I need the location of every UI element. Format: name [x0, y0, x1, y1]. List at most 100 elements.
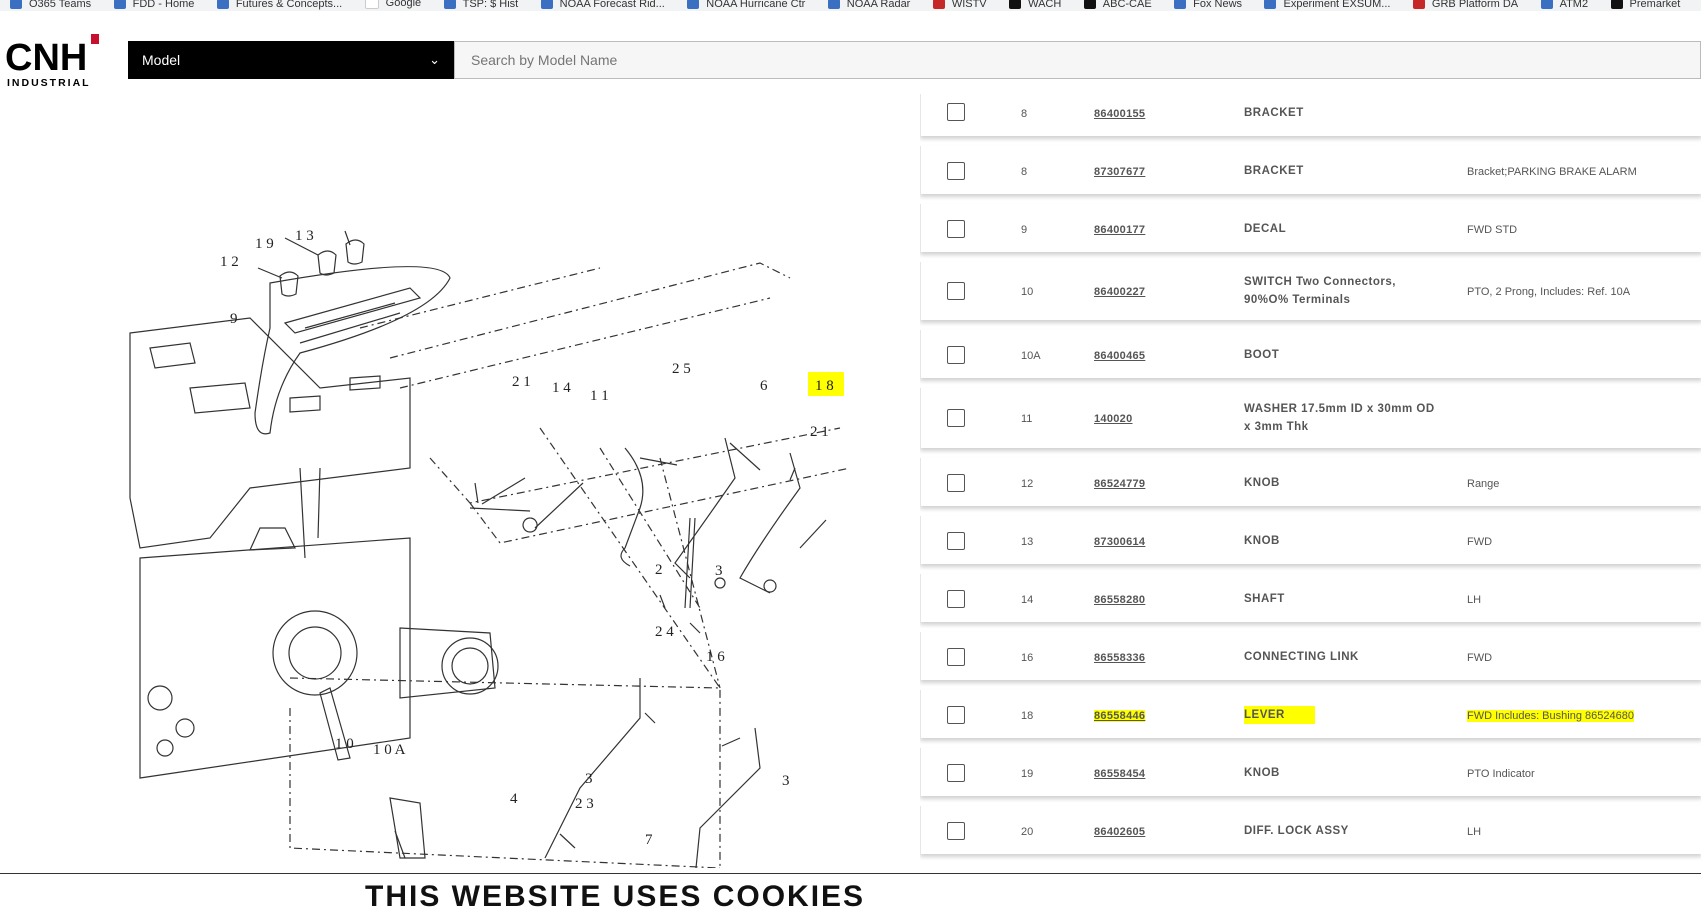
row-checkbox[interactable] [947, 474, 965, 492]
ref-number: 11 [1021, 413, 1033, 425]
part-number-link[interactable]: 86558454 [1094, 768, 1145, 780]
row-checkbox[interactable] [947, 409, 965, 427]
part-description: KNOB [1244, 535, 1280, 547]
bookmark-experiment[interactable]: Experiment EXSUM... [1264, 0, 1390, 10]
bookmark-noaa-radar[interactable]: NOAA Radar [827, 0, 910, 10]
ref-number: 8 [1021, 108, 1028, 120]
bookmarks-bar: O365 Teams FDD - Home Futures & Concepts… [0, 0, 1701, 11]
bookmark-noaa-hurricane[interactable]: NOAA Hurricane Ctr [687, 0, 805, 10]
part-description: BRACKET [1244, 107, 1304, 119]
ref-number: 14 [1021, 594, 1034, 606]
diagram-label: 2 4 [655, 624, 674, 640]
row-checkbox[interactable] [947, 346, 965, 364]
bookmark-grb[interactable]: GRB Platform DA [1412, 0, 1518, 10]
diagram-label: 1 9 [255, 236, 274, 252]
row-checkbox[interactable] [947, 648, 965, 666]
noaa-icon [827, 0, 840, 9]
row-checkbox[interactable] [947, 764, 965, 782]
diagram-label: 2 3 [575, 796, 594, 812]
part-remarks: FWD [1467, 536, 1493, 548]
ref-number: 8 [1021, 166, 1028, 178]
diagram-label: 1 3 [295, 228, 314, 244]
part-remarks: Bracket;PARKING BRAKE ALARM [1467, 166, 1637, 178]
diagram-label: 1 0 [335, 736, 354, 752]
bookmark-google[interactable]: Google [364, 0, 421, 9]
part-description: SHAFT [1244, 593, 1285, 605]
part-remarks: LH [1467, 826, 1482, 838]
part-number-link[interactable]: 86400155 [1094, 108, 1145, 120]
ref-number: 20 [1021, 826, 1034, 838]
diagram-label: 2 5 [672, 361, 691, 377]
diagram-label: 1 4 [552, 380, 571, 396]
cookie-banner-text: THIS WEBSITE USES COOKIES [365, 880, 866, 913]
bookmark-noaa-forecast[interactable]: NOAA Forecast Rid... [540, 0, 665, 10]
row-checkbox[interactable] [947, 162, 965, 180]
part-number-link[interactable]: 86558280 [1094, 594, 1145, 606]
part-description: LEVER [1244, 706, 1315, 724]
parts-list: 8 86400155 BRACKET 8 87307677 BRACKET Br… [920, 94, 1701, 870]
part-remarks: Range [1467, 478, 1500, 490]
bookmark-fdd-home[interactable]: FDD - Home [113, 0, 194, 10]
bookmark-futures[interactable]: Futures & Concepts... [216, 0, 342, 10]
table-row-highlighted: 18 86558446 LEVER FWD Includes: Bushing … [920, 690, 1701, 738]
row-checkbox[interactable] [947, 532, 965, 550]
part-number-link[interactable]: 87300614 [1094, 536, 1145, 548]
model-dropdown[interactable]: Model ⌄ [128, 41, 454, 79]
ref-number: 19 [1021, 768, 1034, 780]
search-input[interactable] [469, 51, 1073, 69]
row-checkbox[interactable] [947, 590, 965, 608]
wistv-icon [932, 0, 945, 9]
part-remarks: FWD STD [1467, 224, 1518, 236]
noaa-icon [540, 0, 553, 9]
diagram-label: 1 1 [590, 388, 609, 404]
ref-number: 9 [1021, 224, 1028, 236]
diagram-label: 2 1 [512, 374, 531, 390]
part-description: KNOB [1244, 477, 1280, 489]
part-number-link[interactable]: 87307677 [1094, 166, 1145, 178]
wach-icon [1009, 0, 1022, 9]
grb-icon [1412, 0, 1425, 9]
sharepoint-icon [113, 0, 126, 9]
row-checkbox[interactable] [947, 220, 965, 238]
diagram-label: 3 [585, 771, 593, 787]
premarket-icon [1610, 0, 1623, 9]
ref-number: 18 [1021, 710, 1034, 722]
table-row: 8 87307677 BRACKET Bracket;PARKING BRAKE… [920, 146, 1701, 194]
row-checkbox[interactable] [947, 103, 965, 121]
diagram-label-highlighted: 1 8 [815, 378, 834, 394]
fox-icon [1174, 0, 1187, 9]
noaa-icon [687, 0, 700, 9]
abc-icon [1083, 0, 1096, 9]
diagram-label: 2 [655, 562, 663, 578]
part-number-link[interactable]: 86524779 [1094, 478, 1145, 490]
bookmark-premarket[interactable]: Premarket [1610, 0, 1680, 10]
table-row: 10A 86400465 BOOT [920, 330, 1701, 378]
tsp-icon [443, 0, 456, 9]
part-number-link[interactable]: 86558446 [1094, 710, 1146, 722]
sharepoint-icon [1264, 0, 1277, 9]
parts-diagram: 1 9 1 3 1 2 9 2 1 1 4 1 1 2 5 6 1 8 2 1 … [0, 88, 915, 899]
bookmark-teams[interactable]: O365 Teams [10, 0, 91, 10]
row-checkbox[interactable] [947, 282, 965, 300]
part-number-link[interactable]: 86558336 [1094, 652, 1145, 664]
diagram-label: 9 [230, 311, 238, 327]
part-description: CONNECTING LINK [1244, 651, 1359, 663]
part-number-link[interactable]: 86400465 [1094, 350, 1145, 362]
bookmark-wach[interactable]: WACH [1009, 0, 1061, 10]
part-number-link[interactable]: 86402605 [1094, 826, 1145, 838]
part-description: DECAL [1244, 223, 1287, 235]
search-bar[interactable] [454, 41, 1701, 79]
bookmark-tsp[interactable]: TSP: $ Hist [443, 0, 518, 10]
part-number-link[interactable]: 140020 [1094, 413, 1133, 425]
row-checkbox[interactable] [947, 706, 965, 724]
bookmark-fox[interactable]: Fox News [1174, 0, 1242, 10]
part-remarks: PTO Indicator [1467, 768, 1535, 780]
part-number-link[interactable]: 86400177 [1094, 224, 1145, 236]
cnh-industrial-logo[interactable]: CNH INDUSTRIAL [5, 34, 101, 89]
cookie-banner-divider [0, 873, 1701, 874]
bookmark-abc[interactable]: ABC-CAE [1083, 0, 1152, 10]
row-checkbox[interactable] [947, 822, 965, 840]
part-number-link[interactable]: 86400227 [1094, 286, 1145, 298]
bookmark-wistv[interactable]: WISTV [932, 0, 987, 10]
bookmark-atm2[interactable]: ATM2 [1540, 0, 1588, 10]
